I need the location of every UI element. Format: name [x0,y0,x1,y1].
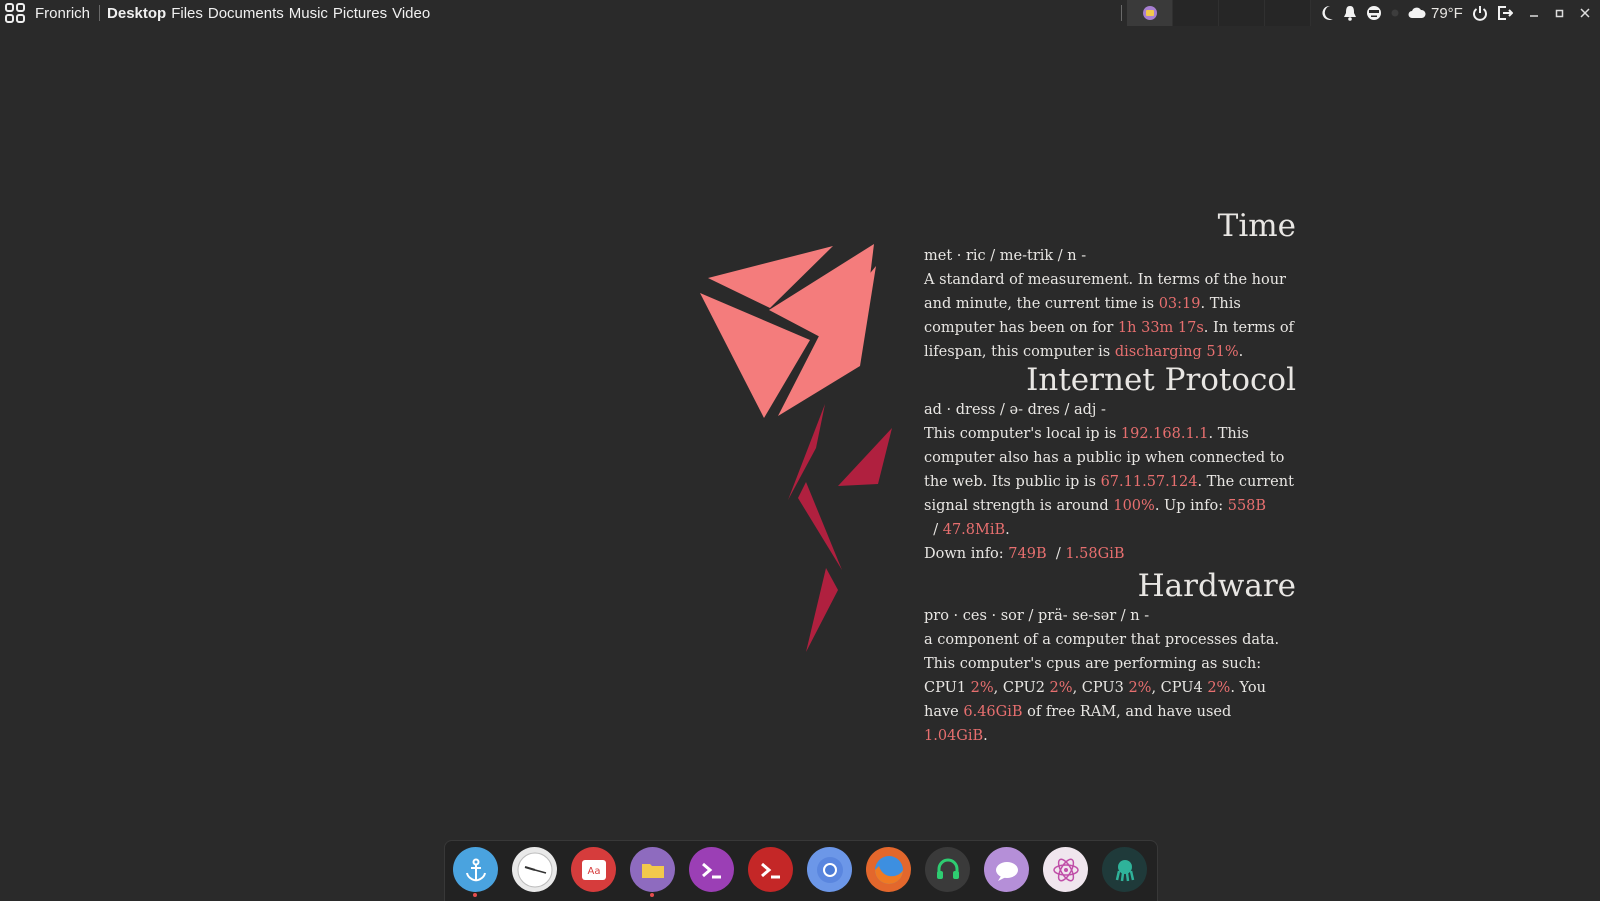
down-now-value: 749B [1008,546,1047,562]
paragraph-time: A standard of measurement. In terms of t… [924,268,1296,364]
kraken-icon[interactable] [1102,847,1147,892]
battery-value: discharging 51% [1114,344,1239,360]
paragraph-ip: This computer's local ip is 192.168.1.1.… [924,422,1296,542]
text: . [1005,522,1010,538]
text: . Up info: [1154,498,1228,514]
text: . [1238,344,1244,360]
places-menu: Desktop Files Documents Music Pictures V… [107,5,430,22]
text: This computer's local ip is [924,426,1121,442]
dot-icon [1391,9,1399,17]
current-time-value: 03:19 [1158,296,1201,312]
text: / [1046,546,1066,562]
section-title-ip: Internet Protocol [1026,362,1296,398]
place-pictures[interactable]: Pictures [333,5,387,22]
text: , CPU4 [1151,680,1208,696]
task-slot[interactable] [1265,0,1311,26]
system-tray: 79°F [1320,0,1513,26]
terminal-red-icon[interactable] [748,847,793,892]
place-video[interactable]: Video [392,5,430,22]
text: / [924,522,943,538]
text: of free RAM, and have used [1022,704,1232,720]
cloud-icon[interactable] [1408,6,1426,20]
public-ip-value: 67.11.57.124 [1100,474,1198,490]
divider [1121,5,1122,21]
headset-icon[interactable] [925,847,970,892]
dock-items: Aa [453,847,1147,897]
section-title-hardware: Hardware [1137,568,1296,604]
pronunciation-ip: ad · dress / ə- dres / adj - [924,402,1106,418]
app-launcher-icon[interactable] [4,2,26,24]
paragraph-hardware: a component of a computer that processes… [924,628,1296,748]
place-files[interactable]: Files [171,5,203,22]
local-ip-value: 192.168.1.1 [1120,426,1209,442]
files-icon[interactable] [630,847,675,897]
chromium-icon[interactable] [807,847,852,892]
running-indicator [473,893,477,897]
atom-icon[interactable] [1043,847,1088,892]
weather-label[interactable]: 79°F [1431,5,1463,22]
files-icon [1142,6,1157,20]
cpu3-value: 2% [1128,680,1152,696]
close-icon[interactable] [1580,0,1590,26]
logout-icon[interactable] [1497,5,1513,21]
pronunciation-time: met · ric / me-trik / n - [924,248,1087,264]
info-panel: Time met · ric / me-trik / n - A standar… [924,208,1296,748]
username-label: Fronrich [35,4,91,22]
minimize-icon[interactable] [1529,0,1539,26]
pronunciation-hardware: pro · ces · sor / prä- se-sər / n - [924,608,1150,624]
power-icon[interactable] [1472,5,1488,21]
terminal-icon[interactable] [689,847,734,892]
signal-value: 100% [1113,498,1155,514]
rose-logo-icon [700,244,892,652]
svg-text:Aa: Aa [587,866,600,877]
task-slot[interactable] [1173,0,1219,26]
used-ram-value: 1.04GiB [924,728,984,744]
paragraph-down: Down info: 749B / 1.58GiB [924,542,1296,566]
down-total-value: 1.58GiB [1065,546,1125,562]
bell-icon[interactable] [1343,5,1357,21]
text: . [983,728,988,744]
clock-icon[interactable] [512,847,557,892]
up-total-value: 47.8MiB [942,522,1006,538]
divider [99,5,101,21]
text: Down info: [924,546,1009,562]
cpu1-value: 2% [970,680,994,696]
place-desktop[interactable]: Desktop [107,5,166,22]
text: , CPU3 [1072,680,1129,696]
dictionary-icon[interactable]: Aa [571,847,616,892]
place-documents[interactable]: Documents [208,5,284,22]
running-indicator [650,893,654,897]
moon-icon[interactable] [1320,5,1334,21]
up-now-value: 558B [1227,498,1267,514]
face-icon[interactable] [1366,5,1382,21]
anchor-icon[interactable] [453,847,498,897]
free-ram-value: 6.46GiB [963,704,1023,720]
place-music[interactable]: Music [289,5,328,22]
chat-icon[interactable] [984,847,1029,892]
section-title-time: Time [1217,208,1296,244]
text: , CPU2 [993,680,1050,696]
task-slot[interactable] [1219,0,1265,26]
task-list [1127,0,1311,26]
uptime-value: 1h 33m 17s [1117,320,1204,336]
cpu4-value: 2% [1207,680,1231,696]
task-files[interactable] [1127,0,1173,26]
firefox-icon[interactable] [866,847,911,892]
cpu2-value: 2% [1049,680,1073,696]
maximize-icon[interactable] [1555,0,1564,26]
